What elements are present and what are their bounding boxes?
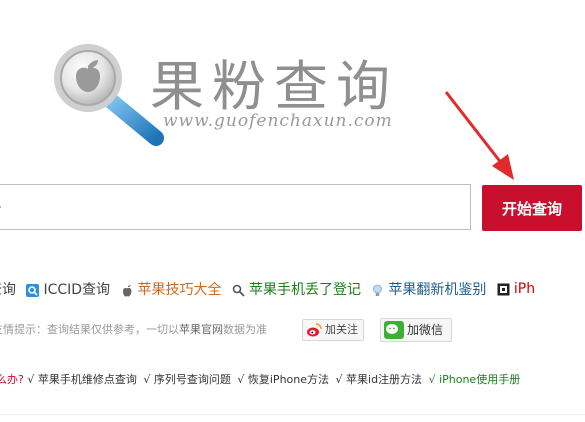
help-links: 么办? √ 苹果手机维修点查询 √ 序列号查询问题 √ 恢复iPhone方法 √… — [0, 371, 520, 387]
search-input[interactable]: 号 — [0, 184, 471, 230]
wechat-add-button[interactable]: 加微信 — [380, 318, 452, 342]
disclaimer-text: 友情提示：查询结果仅供参考，一切以苹果官网数据为准 — [0, 323, 267, 336]
lightbulb-icon — [373, 284, 383, 296]
wechat-icon — [384, 321, 404, 339]
weibo-icon — [307, 323, 322, 337]
iccid-blue-icon — [26, 283, 40, 297]
help-link-appleid[interactable]: √ 苹果id注册方法 — [336, 373, 423, 386]
quick-link-iphone[interactable]: iPh — [497, 281, 535, 297]
start-query-button[interactable]: 开始查询 — [482, 185, 582, 231]
help-link-repair[interactable]: √ 苹果手机维修点查询 — [27, 373, 137, 386]
divider — [0, 414, 585, 415]
help-link-manual[interactable]: √ iPhone使用手册 — [429, 373, 521, 386]
quick-links: 查询 ICCID查询 苹果技巧大全 苹果手机丢了登记 苹果翻新机鉴别 iPh — [0, 279, 541, 299]
box-icon — [497, 283, 510, 295]
apple-icon — [122, 284, 131, 296]
weibo-follow-button[interactable]: 加关注 — [302, 319, 364, 341]
help-link-serial[interactable]: √ 序列号查询问题 — [143, 373, 231, 386]
site-url: www.guofenchaxun.com — [163, 111, 393, 131]
help-lead: 么办? — [0, 373, 24, 386]
help-link-restore[interactable]: √ 恢复iPhone方法 — [237, 373, 329, 386]
quick-link-iccid[interactable]: ICCID查询 — [26, 279, 110, 299]
site-title: 果粉查询 — [150, 55, 398, 118]
search-icon — [232, 284, 245, 297]
quick-link-apple-tips[interactable]: 苹果技巧大全 — [121, 279, 222, 299]
quick-link-refurb-check[interactable]: 苹果翻新机鉴别 — [371, 279, 486, 299]
quick-link-partial[interactable]: 查询 — [0, 279, 16, 299]
search-input-text: 号 — [0, 185, 2, 231]
pointer-arrow-icon — [444, 91, 514, 180]
quick-link-lost-phone[interactable]: 苹果手机丢了登记 — [232, 279, 361, 299]
